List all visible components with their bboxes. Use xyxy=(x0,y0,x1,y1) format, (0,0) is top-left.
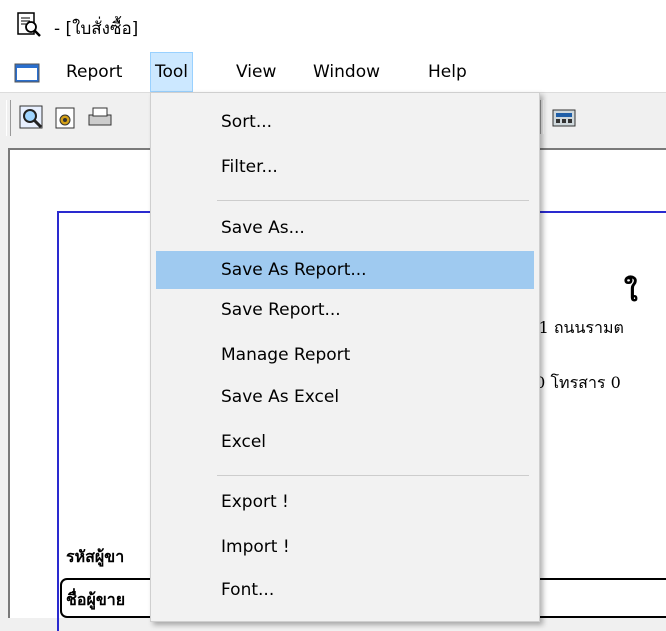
document-window-icon[interactable] xyxy=(14,63,40,83)
menu-report[interactable]: Report xyxy=(62,52,126,92)
menu-item-save-as[interactable]: Save As... xyxy=(156,209,534,247)
menu-item-font[interactable]: Font... xyxy=(156,571,534,609)
menu-help[interactable]: Help xyxy=(424,52,471,92)
menu-item-sort[interactable]: Sort... xyxy=(156,103,534,141)
menu-view[interactable]: View xyxy=(232,52,280,92)
menu-item-export[interactable]: Export ! xyxy=(156,483,534,521)
tool-menu-dropdown: Sort... Filter... Save As... Save As Rep… xyxy=(150,92,540,622)
vendor-code-label: รหัสผู้ขา xyxy=(66,547,125,566)
menu-separator xyxy=(217,200,529,201)
vendor-name-label: ชื่อผู้ขาย xyxy=(66,590,126,609)
open-report-icon[interactable] xyxy=(52,104,80,132)
menu-item-excel[interactable]: Excel xyxy=(156,423,534,461)
report-heading: ใ xyxy=(624,275,638,308)
print-preview-app-icon xyxy=(17,12,41,37)
magnifier-icon[interactable] xyxy=(18,104,46,132)
menu-item-filter[interactable]: Filter... xyxy=(156,148,534,186)
calculator-icon[interactable] xyxy=(550,104,578,132)
toolbar-separator xyxy=(540,100,544,134)
menu-separator xyxy=(217,475,529,476)
print-icon[interactable] xyxy=(86,104,114,132)
menu-window[interactable]: Window xyxy=(309,52,384,92)
menu-item-save-as-report[interactable]: Save As Report... xyxy=(156,251,534,289)
menu-item-manage-report[interactable]: Manage Report xyxy=(156,336,534,374)
menu-item-import[interactable]: Import ! xyxy=(156,528,534,566)
toolbar-grip[interactable] xyxy=(6,100,11,136)
menu-tool[interactable]: Tool xyxy=(150,52,194,92)
window-title: - [ใบสั่งซื้อ] xyxy=(54,19,139,39)
menu-item-save-as-excel[interactable]: Save As Excel xyxy=(156,378,534,416)
menu-item-save-report[interactable]: Save Report... xyxy=(156,291,534,329)
